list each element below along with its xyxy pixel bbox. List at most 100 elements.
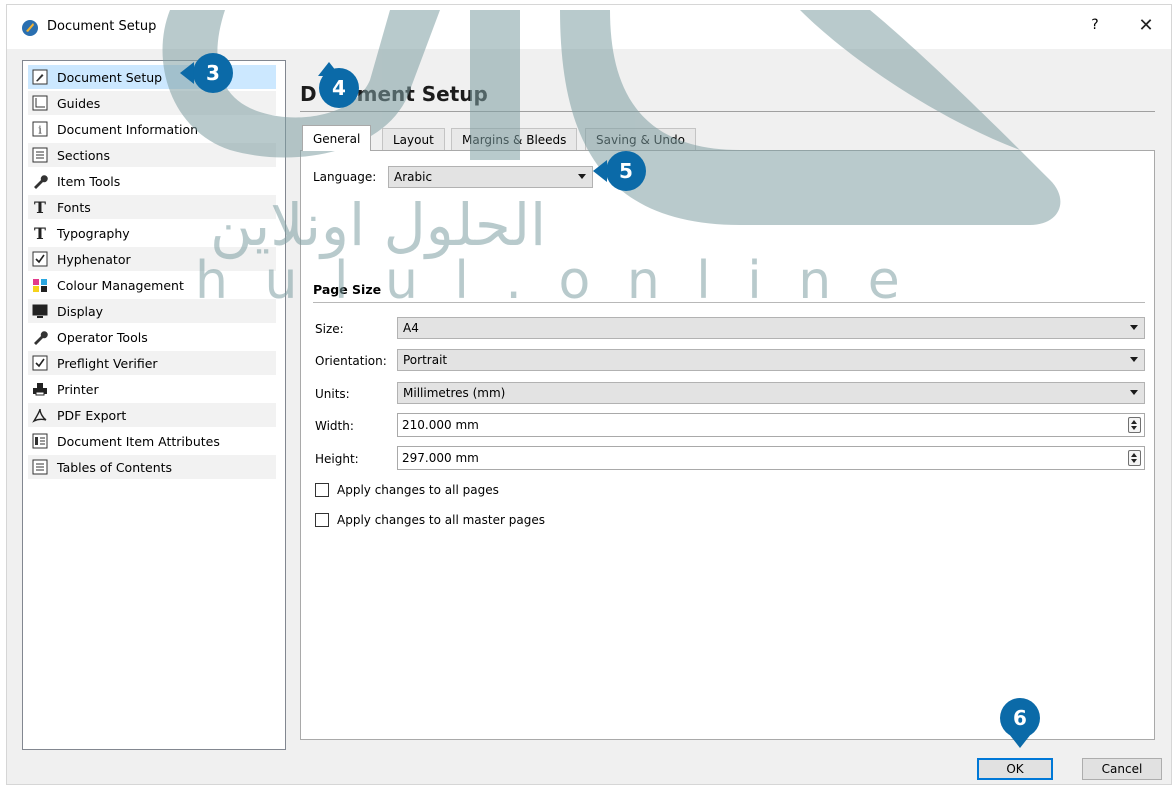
- sidebar-item-label: Sections: [57, 147, 110, 163]
- units-dropdown[interactable]: Millimetres (mm): [397, 382, 1145, 404]
- sidebar-item-label: Item Tools: [57, 173, 121, 189]
- general-tab-content: Language: Arabic Page Size Size: A4 Orie…: [300, 150, 1155, 740]
- chevron-down-icon: [1130, 357, 1138, 362]
- attributes-icon: [31, 432, 49, 450]
- toc-icon: [31, 458, 49, 476]
- tab-margins-bleeds[interactable]: Margins & Bleeds: [451, 128, 578, 151]
- sidebar-item-document-setup[interactable]: Document Setup: [28, 65, 276, 89]
- svg-text:i: i: [38, 124, 42, 137]
- monitor-icon: [31, 302, 49, 320]
- wrench-icon: [31, 172, 49, 190]
- orientation-value: Portrait: [403, 353, 448, 367]
- sidebar-item-label: Hyphenator: [57, 251, 131, 267]
- title-bar: Document Setup ? ✕: [7, 5, 1171, 49]
- size-label: Size:: [315, 322, 344, 336]
- ok-button[interactable]: OK: [977, 758, 1053, 780]
- marker-5-pointer: [593, 160, 607, 182]
- window-title: Document Setup: [47, 19, 157, 34]
- page-size-heading: Page Size: [313, 282, 382, 297]
- language-label: Language:: [313, 170, 377, 184]
- printer-icon: [31, 380, 49, 398]
- orientation-label: Orientation:: [315, 354, 387, 368]
- sidebar-item-preflight-verifier[interactable]: Preflight Verifier: [28, 351, 276, 375]
- apply-all-pages-checkbox[interactable]: [315, 483, 329, 497]
- apply-all-pages-option[interactable]: Apply changes to all pages: [315, 483, 499, 497]
- sidebar-item-label: Colour Management: [57, 277, 184, 293]
- step-marker-6: 6: [1000, 698, 1040, 738]
- chevron-down-icon: [1130, 325, 1138, 330]
- apply-master-pages-option[interactable]: Apply changes to all master pages: [315, 513, 545, 527]
- page-title-start: D: [300, 82, 317, 106]
- settings-category-list: Document Setup Guides i Document Informa…: [22, 60, 286, 750]
- cancel-button[interactable]: Cancel: [1082, 758, 1162, 780]
- sidebar-item-tables-of-contents[interactable]: Tables of Contents: [28, 455, 276, 479]
- size-value: A4: [403, 321, 419, 335]
- pdf-icon: [31, 406, 49, 424]
- chevron-down-icon: [578, 174, 586, 179]
- sidebar-item-label: Typography: [57, 225, 130, 241]
- sidebar-item-label: Preflight Verifier: [57, 355, 158, 371]
- language-value: Arabic: [394, 170, 433, 184]
- pen-nib-icon: [31, 68, 49, 86]
- font-t-icon: T: [31, 198, 49, 216]
- marker-3-pointer: [180, 62, 194, 84]
- close-button[interactable]: ✕: [1135, 15, 1157, 39]
- step-marker-4: 4: [319, 68, 359, 108]
- spin-arrows-icon[interactable]: [1128, 450, 1141, 466]
- apply-master-pages-checkbox[interactable]: [315, 513, 329, 527]
- orientation-dropdown[interactable]: Portrait: [397, 349, 1145, 371]
- apply-master-pages-label: Apply changes to all master pages: [337, 513, 545, 527]
- tab-label: Layout: [393, 133, 434, 147]
- sections-icon: [31, 146, 49, 164]
- sidebar-item-sections[interactable]: Sections: [28, 143, 276, 167]
- sidebar-item-pdf-export[interactable]: PDF Export: [28, 403, 276, 427]
- font-t-icon: T: [31, 224, 49, 242]
- help-button[interactable]: ?: [1085, 17, 1105, 39]
- apply-all-pages-label: Apply changes to all pages: [337, 483, 499, 497]
- units-value: Millimetres (mm): [403, 386, 506, 400]
- tab-saving-undo[interactable]: Saving & Undo: [585, 128, 696, 151]
- sidebar-item-printer[interactable]: Printer: [28, 377, 276, 401]
- width-spinbox[interactable]: 210.000 mm: [397, 413, 1145, 437]
- size-dropdown[interactable]: A4: [397, 317, 1145, 339]
- page-title-end: ment Setup: [356, 82, 488, 106]
- height-value: 297.000 mm: [402, 451, 479, 465]
- ok-label: OK: [1006, 762, 1024, 776]
- width-value: 210.000 mm: [402, 418, 479, 432]
- sidebar-item-display[interactable]: Display: [28, 299, 276, 323]
- sidebar-item-operator-tools[interactable]: Operator Tools: [28, 325, 276, 349]
- wrench-icon: [31, 328, 49, 346]
- app-logo-icon: [22, 20, 38, 36]
- width-label: Width:: [315, 419, 354, 433]
- language-dropdown[interactable]: Arabic: [388, 166, 593, 188]
- height-spinbox[interactable]: 297.000 mm: [397, 446, 1145, 470]
- sidebar-item-label: Tables of Contents: [57, 459, 173, 475]
- sidebar-item-hyphenator[interactable]: Hyphenator: [28, 247, 276, 271]
- svg-text:T: T: [34, 225, 46, 241]
- cancel-label: Cancel: [1101, 762, 1143, 776]
- spin-arrows-icon[interactable]: [1128, 417, 1141, 433]
- color-squares-icon: [31, 276, 49, 294]
- sidebar-item-guides[interactable]: Guides: [28, 91, 276, 115]
- sidebar-item-label: Fonts: [57, 199, 91, 215]
- tab-layout[interactable]: Layout: [382, 128, 445, 151]
- sidebar-item-fonts[interactable]: T Fonts: [28, 195, 276, 219]
- guides-icon: [31, 94, 49, 112]
- title-divider: [300, 111, 1155, 112]
- sidebar-item-document-item-attributes[interactable]: Document Item Attributes: [28, 429, 276, 453]
- tab-label: General: [313, 131, 361, 146]
- sidebar-item-typography[interactable]: T Typography: [28, 221, 276, 245]
- sidebar-item-label: Operator Tools: [57, 329, 148, 345]
- sidebar-item-colour-management[interactable]: Colour Management: [28, 273, 276, 297]
- checkbox-icon: [31, 354, 49, 372]
- sidebar-item-label: Document Item Attributes: [57, 433, 220, 449]
- marker-6-pointer: [1009, 734, 1031, 748]
- tab-general[interactable]: General: [302, 125, 372, 151]
- sidebar-item-label: PDF Export: [57, 407, 127, 423]
- sidebar-item-item-tools[interactable]: Item Tools: [28, 169, 276, 193]
- info-icon: i: [31, 120, 49, 138]
- sidebar-item-document-information[interactable]: i Document Information: [28, 117, 276, 141]
- sidebar-item-label: Printer: [57, 381, 99, 397]
- svg-text:T: T: [34, 199, 46, 215]
- step-marker-5: 5: [606, 151, 646, 191]
